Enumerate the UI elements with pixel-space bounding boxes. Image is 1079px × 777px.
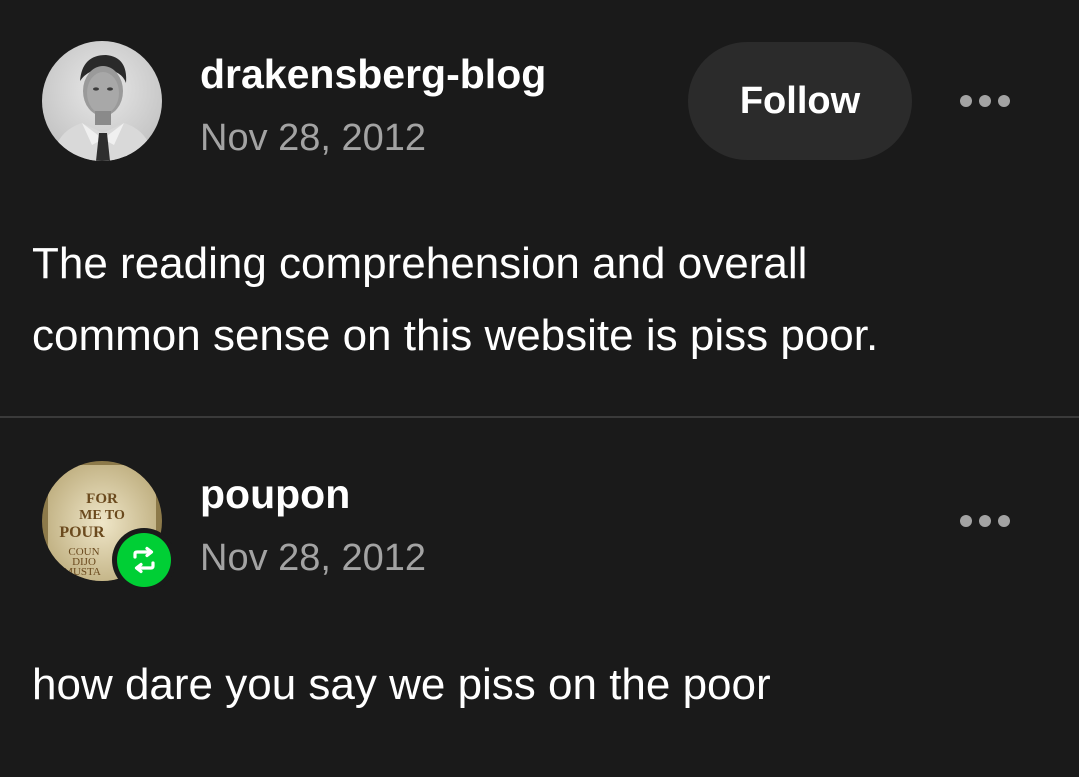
svg-text:ME TO: ME TO xyxy=(79,508,125,523)
more-options-button[interactable] xyxy=(950,501,1020,541)
author-avatar[interactable] xyxy=(42,41,162,161)
post-author-name[interactable]: drakensberg-blog xyxy=(200,54,546,95)
svg-text:MUSTA: MUSTA xyxy=(63,566,101,578)
post-body-line: The reading comprehension and overall xyxy=(32,239,808,288)
post-body-line: how dare you say we piss on the poor xyxy=(32,660,771,709)
more-options-button[interactable] xyxy=(950,81,1020,121)
post-body-text: how dare you say we piss on the poor xyxy=(32,649,1032,721)
post-date: Nov 28, 2012 xyxy=(200,117,427,159)
ellipsis-icon xyxy=(960,515,972,527)
follow-button[interactable]: Follow xyxy=(688,42,912,160)
post-body-text: The reading comprehension and overall co… xyxy=(32,228,1032,372)
post-body-line: common sense on this website is piss poo… xyxy=(32,311,879,360)
svg-text:POUR: POUR xyxy=(59,524,105,541)
post-date: Nov 28, 2012 xyxy=(200,537,427,579)
post-card: drakensberg-blog Nov 28, 2012 Follow The… xyxy=(0,0,1079,416)
ellipsis-icon xyxy=(960,95,972,107)
reblog-icon xyxy=(133,546,155,574)
post-author-name[interactable]: poupon xyxy=(200,474,350,515)
portrait-image xyxy=(42,41,162,161)
reblog-badge xyxy=(112,528,176,592)
svg-text:FOR: FOR xyxy=(86,491,118,507)
post-card: FOR ME TO POUR COUN DIJO MUSTA poupon No… xyxy=(0,418,1079,777)
